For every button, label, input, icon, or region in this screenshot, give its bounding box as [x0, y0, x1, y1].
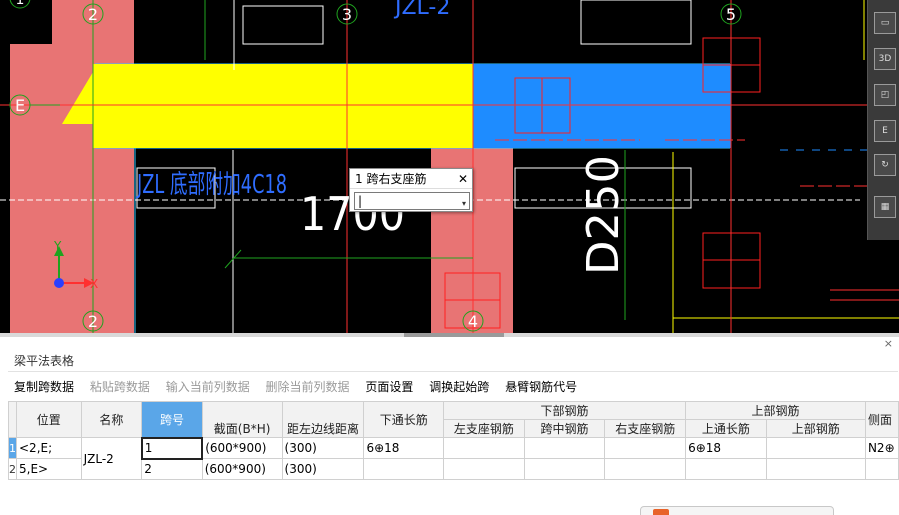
- cell-left-support[interactable]: [443, 437, 525, 459]
- cell-name[interactable]: JZL-2: [80, 437, 143, 480]
- column-left[interactable]: [10, 44, 52, 333]
- popup-title-bar: 1 跨右支座筋 ✕: [350, 169, 472, 189]
- header-right-support[interactable]: 右支座钢筋: [604, 419, 687, 438]
- popup-title: 1 跨右支座筋: [355, 172, 427, 186]
- app-window: 1 2 3 5 E E 2 4 JZL-2 JZL 底部附加4C18 1700 …: [0, 0, 899, 515]
- view-label-e[interactable]: E: [874, 120, 896, 142]
- divider: [8, 371, 898, 372]
- page-setup-button[interactable]: 页面设置: [365, 380, 413, 394]
- input-column-button[interactable]: 输入当前列数据: [166, 380, 250, 394]
- delete-column-button[interactable]: 删除当前列数据: [266, 380, 350, 394]
- cell-left-support[interactable]: [443, 458, 525, 480]
- axis-label-3: 3: [342, 5, 352, 24]
- view-toolbar: ▭ 3D ◰ E ↻ ▦: [867, 0, 899, 240]
- header-group-top: 上部钢筋: [685, 401, 866, 420]
- cell-top-through[interactable]: 6⊕18: [685, 437, 767, 459]
- axis-label-1: 1: [16, 0, 25, 8]
- panel-toolbar: 复制跨数据 粘贴跨数据 输入当前列数据 删除当前列数据 页面设置 调换起始跨 悬…: [14, 378, 589, 396]
- popup-close-icon[interactable]: ✕: [458, 169, 468, 189]
- cad-canvas[interactable]: 1 2 3 5 E E 2 4 JZL-2 JZL 底部附加4C18 1700 …: [0, 0, 899, 333]
- cad-drawing: 1 2 3 5 E E 2 4 JZL-2 JZL 底部附加4C18 1700 …: [0, 0, 899, 333]
- grid-icon[interactable]: ▦: [874, 196, 896, 218]
- cell-side[interactable]: [864, 458, 899, 480]
- header-name[interactable]: 名称: [80, 401, 143, 438]
- axis-label-5: 5: [726, 5, 736, 24]
- beam-table: 位置 名称 跨号 截面(B*H) 距左边线距离 下通长筋 下部钢筋 上部钢筋 侧…: [8, 401, 899, 480]
- rotate-icon[interactable]: ↻: [874, 154, 896, 176]
- ucs-x-label: X: [90, 277, 98, 291]
- cell-top-bars[interactable]: [765, 437, 866, 459]
- cell-section[interactable]: (600*900): [201, 437, 283, 459]
- header-rownum: [8, 401, 17, 438]
- cell-bottom-through[interactable]: [363, 458, 445, 480]
- cell-mid-span[interactable]: [523, 437, 606, 459]
- beam-label-top: JZL-2: [393, 0, 450, 20]
- beam-span-1[interactable]: [62, 64, 473, 148]
- cell-position[interactable]: <2,E;: [16, 437, 82, 459]
- header-top-through[interactable]: 上通长筋: [685, 419, 767, 438]
- cell-top-through[interactable]: [685, 458, 767, 480]
- header-span[interactable]: 跨号: [141, 401, 203, 438]
- row-number[interactable]: 2: [8, 458, 17, 480]
- ucs-y-label: Y: [53, 239, 62, 253]
- paste-span-button[interactable]: 粘贴跨数据: [90, 380, 150, 394]
- beam-table-panel: × 梁平法表格 复制跨数据 粘贴跨数据 输入当前列数据 删除当前列数据 页面设置…: [0, 337, 899, 515]
- axis-label-4: 4: [468, 312, 478, 331]
- app-icon: [653, 509, 669, 515]
- section-text-vertical: D250: [578, 155, 629, 275]
- input-value: |: [358, 194, 363, 208]
- axis-label-2-top: 2: [88, 5, 98, 24]
- cell-edge-distance[interactable]: (300): [281, 437, 365, 459]
- swap-start-span-button[interactable]: 调换起始跨: [429, 380, 489, 394]
- cell-right-support[interactable]: [604, 437, 687, 459]
- row-number[interactable]: 1: [8, 437, 17, 459]
- view-top-icon[interactable]: ▭: [874, 12, 896, 34]
- header-side[interactable]: 侧面: [864, 401, 899, 438]
- header-position[interactable]: 位置: [16, 401, 82, 438]
- header-section[interactable]: 截面(B*H): [201, 401, 283, 438]
- cell-bottom-through[interactable]: 6⊕18: [363, 437, 445, 459]
- cell-side[interactable]: N2⊕: [864, 437, 899, 459]
- beam-rebar-label: JZL 底部附加4C18: [136, 170, 287, 200]
- right-support-rebar-input[interactable]: | ▾: [354, 192, 470, 210]
- cell-span[interactable]: 2: [141, 458, 203, 480]
- panel-title: 梁平法表格: [14, 354, 75, 368]
- cell-span[interactable]: 1: [140, 436, 204, 460]
- cell-top-bars[interactable]: [765, 458, 866, 480]
- copy-span-button[interactable]: 复制跨数据: [14, 380, 74, 394]
- cell-position[interactable]: 5,E>: [16, 458, 82, 480]
- table-row[interactable]: 2 5,E> 2 (600*900) (300): [8, 458, 899, 480]
- cell-edge-distance[interactable]: (300): [281, 458, 365, 480]
- axis-label-2-bottom: 2: [88, 312, 98, 331]
- axis-label-e-left: E: [15, 96, 25, 115]
- header-bottom-through[interactable]: 下通长筋: [363, 401, 445, 438]
- panel-close-icon[interactable]: ×: [884, 337, 893, 350]
- cell-mid-span[interactable]: [523, 458, 606, 480]
- rebar-input-popup: 1 跨右支座筋 ✕ | ▾: [349, 168, 473, 212]
- view-3d-icon[interactable]: 3D: [874, 48, 896, 70]
- chevron-down-icon[interactable]: ▾: [462, 196, 466, 212]
- header-mid-span[interactable]: 跨中钢筋: [523, 419, 606, 438]
- table-row[interactable]: 1 <2,E; JZL-2 1 (600*900) (300) 6⊕18 6⊕1…: [8, 436, 899, 480]
- notification-popup[interactable]: [640, 506, 834, 515]
- cell-section[interactable]: (600*900): [201, 458, 283, 480]
- beam-span-2[interactable]: [473, 64, 731, 148]
- header-top-bars[interactable]: 上部钢筋: [765, 419, 866, 438]
- header-group-bottom: 下部钢筋: [443, 401, 687, 420]
- cell-right-support[interactable]: [604, 458, 687, 480]
- view-cube-icon[interactable]: ◰: [874, 84, 896, 106]
- header-edge-distance[interactable]: 距左边线距离: [281, 401, 365, 438]
- cantilever-code-button[interactable]: 悬臂钢筋代号: [505, 380, 577, 394]
- header-left-support[interactable]: 左支座钢筋: [443, 419, 525, 438]
